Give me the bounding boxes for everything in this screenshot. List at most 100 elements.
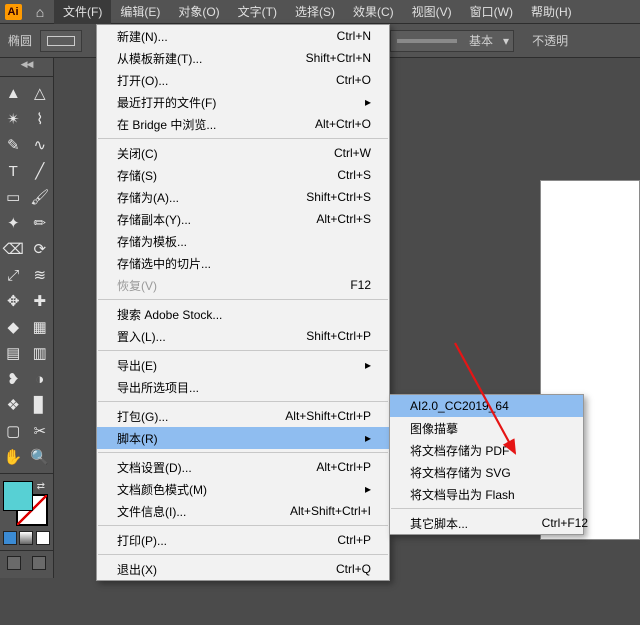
screen-mode-full[interactable]: [32, 556, 46, 570]
tool-zoom[interactable]: 🔍: [27, 444, 54, 470]
menu-5[interactable]: 效果(C): [344, 0, 403, 24]
file-menu-item-1-5[interactable]: 存储选中的切片...: [97, 252, 389, 274]
menu-6[interactable]: 视图(V): [403, 0, 461, 24]
tool-rotate[interactable]: ⟳: [27, 236, 54, 262]
chevron-down-icon: ▾: [499, 34, 513, 48]
tool-shaper[interactable]: ✦: [0, 210, 27, 236]
script-menu-item-0-1[interactable]: 图像描摹: [390, 417, 583, 439]
tool-blend[interactable]: ◑: [27, 366, 54, 392]
shortcut-text: F12: [281, 278, 371, 292]
toolbox-collapse-icon[interactable]: ◀◀: [0, 58, 53, 73]
file-menu-item-0-4[interactable]: 在 Bridge 中浏览...Alt+Ctrl+O: [97, 113, 389, 135]
tool-scale[interactable]: ⤢: [0, 262, 27, 288]
file-menu-item-1-4[interactable]: 存储为模板...: [97, 230, 389, 252]
tool-lasso[interactable]: ⌇: [27, 106, 54, 132]
tool-puppet[interactable]: ✚: [27, 288, 54, 314]
preset-track: [397, 39, 457, 43]
menu-0[interactable]: 文件(F): [54, 0, 111, 24]
file-menu-item-1-0[interactable]: 关闭(C)Ctrl+W: [97, 142, 389, 164]
shortcut-text: Ctrl+S: [281, 168, 371, 182]
file-menu-item-1-6: 恢复(V)F12: [97, 274, 389, 296]
tool-hand[interactable]: ✋: [0, 444, 27, 470]
file-menu-item-6-0[interactable]: 打印(P)...Ctrl+P: [97, 529, 389, 551]
color-swatches[interactable]: ⇄: [0, 477, 53, 529]
tool-mesh[interactable]: ▤: [0, 340, 27, 366]
tool-free[interactable]: ✥: [0, 288, 27, 314]
tool-width[interactable]: ≋: [27, 262, 54, 288]
script-menu-item-0-3[interactable]: 将文档存储为 SVG: [390, 461, 583, 483]
file-menu-item-0-0[interactable]: 新建(N)...Ctrl+N: [97, 25, 389, 47]
script-menu-label: 其它脚本...: [410, 515, 498, 532]
menu-2[interactable]: 对象(O): [169, 0, 228, 24]
shortcut-text: Ctrl+W: [281, 146, 371, 160]
file-menu-item-5-1[interactable]: 文档颜色模式(M)▸: [97, 478, 389, 500]
menu-8[interactable]: 帮助(H): [522, 0, 581, 24]
tool-eyedrop[interactable]: ❥: [0, 366, 27, 392]
menu-3[interactable]: 文字(T): [229, 0, 286, 24]
script-menu-item-0-0[interactable]: AI2.0_CC2019_64: [390, 395, 583, 417]
tool-eraser[interactable]: ⌫: [0, 236, 27, 262]
menubar: Ai ⌂ 文件(F)编辑(E)对象(O)文字(T)选择(S)效果(C)视图(V)…: [0, 0, 640, 24]
file-menu-item-5-0[interactable]: 文档设置(D)...Alt+Ctrl+P: [97, 456, 389, 478]
basic-preset-select[interactable]: 基本 ▾: [390, 30, 514, 52]
tool-curve[interactable]: ∿: [27, 132, 54, 158]
file-menu-label: 置入(L)...: [117, 328, 281, 345]
opacity-label: 不透明: [532, 32, 568, 49]
tool-brush[interactable]: 🖌: [27, 184, 54, 210]
tool-graph[interactable]: ▊: [27, 392, 54, 418]
script-menu-item-0-2[interactable]: 将文档存储为 PDF: [390, 439, 583, 461]
script-menu-item-1-0[interactable]: 其它脚本...Ctrl+F12: [390, 512, 583, 534]
tool-dir[interactable]: △: [27, 80, 54, 106]
file-menu-item-0-1[interactable]: 从模板新建(T)...Shift+Ctrl+N: [97, 47, 389, 69]
tool-line[interactable]: ╱: [27, 158, 54, 184]
app-logo: Ai: [0, 0, 26, 24]
color-mode[interactable]: [3, 531, 17, 545]
file-menu-label: 恢复(V): [117, 277, 281, 294]
file-menu-item-0-2[interactable]: 打开(O)...Ctrl+O: [97, 69, 389, 91]
gradient-mode[interactable]: [19, 531, 33, 545]
stroke-swatch[interactable]: [40, 30, 82, 52]
file-menu-item-3-0[interactable]: 导出(E)▸: [97, 354, 389, 376]
tool-sel[interactable]: ▲: [0, 80, 27, 106]
file-menu-item-2-1[interactable]: 置入(L)...Shift+Ctrl+P: [97, 325, 389, 347]
file-menu-item-2-0[interactable]: 搜索 Adobe Stock...: [97, 303, 389, 325]
file-menu-item-7-0[interactable]: 退出(X)Ctrl+Q: [97, 558, 389, 580]
home-icon[interactable]: ⌂: [26, 4, 54, 20]
menu-7[interactable]: 窗口(W): [461, 0, 522, 24]
file-menu-item-4-1[interactable]: 脚本(R)▸: [97, 427, 389, 449]
file-menu-label: 退出(X): [117, 561, 281, 578]
tool-grad[interactable]: ▥: [27, 340, 54, 366]
tool-artb[interactable]: ▢: [0, 418, 27, 444]
screen-mode-normal[interactable]: [7, 556, 21, 570]
script-menu-label: 将文档存储为 PDF: [410, 442, 565, 459]
file-menu-item-4-0[interactable]: 打包(G)...Alt+Shift+Ctrl+P: [97, 405, 389, 427]
script-menu-label: 图像描摹: [410, 420, 565, 437]
tool-symbol[interactable]: ❖: [0, 392, 27, 418]
menu-1[interactable]: 编辑(E): [111, 0, 169, 24]
tool-persp[interactable]: ▦: [27, 314, 54, 340]
file-menu-item-1-3[interactable]: 存储副本(Y)...Alt+Ctrl+S: [97, 208, 389, 230]
tool-wand[interactable]: ✴: [0, 106, 27, 132]
tool-shape[interactable]: ◆: [0, 314, 27, 340]
preset-label: 基本: [463, 32, 499, 49]
tool-rect[interactable]: ▭: [0, 184, 27, 210]
tool-slice[interactable]: ✂: [27, 418, 54, 444]
file-menu-item-1-1[interactable]: 存储(S)Ctrl+S: [97, 164, 389, 186]
file-menu: 新建(N)...Ctrl+N从模板新建(T)...Shift+Ctrl+N打开(…: [96, 24, 390, 581]
file-menu-item-5-2[interactable]: 文件信息(I)...Alt+Shift+Ctrl+I: [97, 500, 389, 522]
fill-color-swatch[interactable]: [3, 481, 33, 511]
tool-pencil[interactable]: ✏: [27, 210, 54, 236]
menu-4[interactable]: 选择(S): [286, 0, 344, 24]
file-menu-item-1-2[interactable]: 存储为(A)...Shift+Ctrl+S: [97, 186, 389, 208]
tool-pen[interactable]: ✎: [0, 132, 27, 158]
file-menu-item-3-1[interactable]: 导出所选项目...: [97, 376, 389, 398]
script-menu-item-0-4[interactable]: 将文档导出为 Flash: [390, 483, 583, 505]
draw-mode-row: [0, 529, 53, 547]
swap-colors-icon[interactable]: ⇄: [37, 481, 45, 492]
file-menu-label: 存储为(A)...: [117, 189, 281, 206]
tool-type[interactable]: T: [0, 158, 27, 184]
file-menu-item-0-3[interactable]: 最近打开的文件(F)▸: [97, 91, 389, 113]
none-mode[interactable]: [36, 531, 50, 545]
app-logo-text: Ai: [5, 4, 22, 20]
shortcut-text: Ctrl+Q: [281, 562, 371, 576]
